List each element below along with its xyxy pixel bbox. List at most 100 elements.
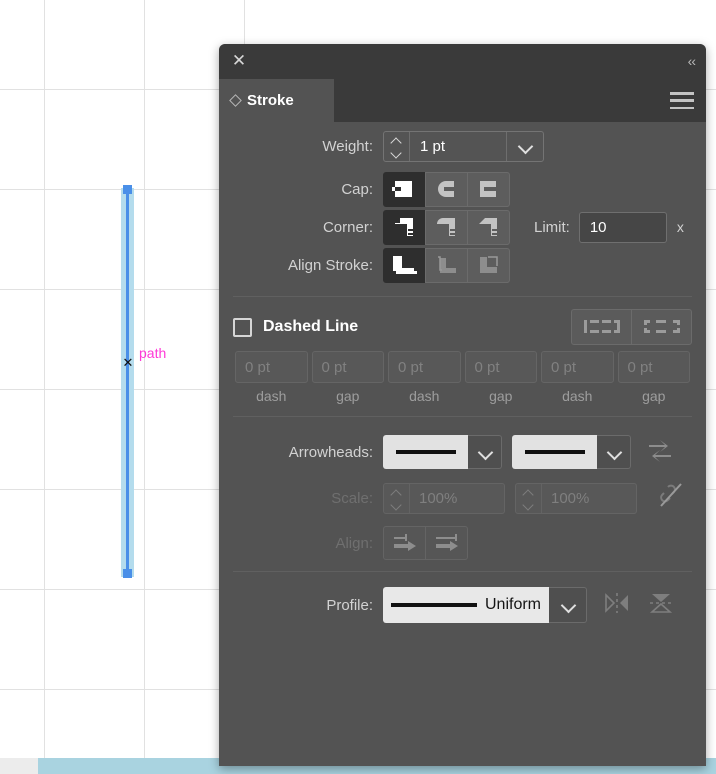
miter-join-icon bbox=[394, 218, 413, 236]
anchor-point-bottom[interactable] bbox=[123, 569, 132, 578]
chevron-down-icon bbox=[391, 500, 402, 506]
section-divider bbox=[233, 416, 692, 417]
arrowhead-start-dropdown[interactable] bbox=[468, 435, 502, 469]
limit-suffix: x bbox=[676, 219, 684, 235]
scale-start-stepper bbox=[384, 483, 410, 513]
weight-input[interactable]: 1 pt bbox=[410, 132, 506, 161]
profile-combo[interactable]: Uniform bbox=[383, 587, 587, 623]
arrowhead-end-combo[interactable] bbox=[512, 435, 631, 469]
weight-field[interactable]: 1 pt bbox=[383, 130, 544, 162]
cursor-crosshair-icon: ✕ bbox=[122, 355, 134, 370]
scale-end-value: 100% bbox=[551, 489, 590, 507]
dash-cell: 0 pt dash bbox=[386, 351, 463, 404]
flip-along-icon bbox=[649, 593, 673, 613]
dash-cell: 0 pt dash bbox=[539, 351, 616, 404]
place-arrow-at-end-button[interactable] bbox=[425, 526, 468, 560]
scale-end-field: 100% bbox=[515, 482, 637, 514]
panel-title-bar[interactable]: ✕ ‹‹ bbox=[219, 44, 706, 79]
close-icon[interactable]: ✕ bbox=[229, 51, 249, 71]
align-stroke-center-button[interactable] bbox=[383, 247, 426, 283]
arrowhead-align-button-group bbox=[383, 526, 468, 560]
panel-diamond-icon bbox=[229, 94, 242, 107]
corner-row: Corner: Limit: 10 x bbox=[233, 208, 692, 246]
dash-input-3[interactable]: 0 pt bbox=[541, 351, 614, 383]
limit-input[interactable]: 10 bbox=[578, 211, 667, 243]
limit-label: Limit: bbox=[534, 218, 570, 236]
gap-input-1[interactable]: 0 pt bbox=[311, 351, 384, 383]
arrowhead-end-dropdown[interactable] bbox=[597, 435, 631, 469]
arrowhead-none-icon bbox=[395, 450, 456, 454]
round-join-icon bbox=[436, 218, 455, 236]
chevron-up-icon bbox=[523, 491, 534, 497]
weight-dropdown-button[interactable] bbox=[506, 131, 543, 161]
swap-arrowheads-button[interactable] bbox=[647, 438, 673, 467]
arrowhead-start-preview[interactable] bbox=[383, 435, 468, 469]
panel-title: Stroke bbox=[247, 92, 294, 109]
profile-preview[interactable]: Uniform bbox=[383, 587, 549, 623]
gap-input-3[interactable]: 0 pt bbox=[617, 351, 690, 383]
arrowhead-none-icon bbox=[524, 450, 585, 454]
chevron-down-icon bbox=[608, 446, 620, 458]
chevron-up-icon bbox=[391, 491, 402, 497]
chevron-up-icon bbox=[391, 139, 402, 145]
flip-across-button[interactable] bbox=[603, 591, 631, 620]
dash-preserve-icon bbox=[583, 320, 620, 333]
align-stroke-outside-button[interactable] bbox=[467, 247, 510, 283]
dash-gap-fields: 0 pt dash 0 pt gap 0 pt dash 0 pt gap 0 … bbox=[233, 351, 692, 404]
dashes-preserve-exact-button[interactable] bbox=[571, 309, 632, 345]
scale-end-stepper bbox=[516, 483, 542, 513]
round-join-button[interactable] bbox=[425, 209, 468, 245]
dash-input-1[interactable]: 0 pt bbox=[235, 351, 308, 383]
arrowhead-align-label: Align: bbox=[335, 534, 373, 552]
bevel-join-icon bbox=[478, 218, 497, 236]
projecting-cap-button[interactable] bbox=[467, 171, 510, 207]
weight-row: Weight: 1 pt bbox=[233, 122, 692, 170]
chevron-down-icon bbox=[479, 446, 491, 458]
status-bar-strip bbox=[0, 758, 38, 774]
dash-caption-2: dash bbox=[409, 388, 440, 404]
profile-row: Profile: Uniform bbox=[233, 582, 692, 628]
gap-input-2[interactable]: 0 pt bbox=[464, 351, 537, 383]
miter-limit-group: Limit: 10 x bbox=[534, 211, 684, 243]
round-cap-button[interactable] bbox=[425, 171, 468, 207]
gap-caption-1: gap bbox=[336, 388, 360, 404]
dash-caption-3: dash bbox=[562, 388, 593, 404]
smart-guide-label: path bbox=[139, 345, 167, 361]
dash-input-2[interactable]: 0 pt bbox=[388, 351, 461, 383]
uniform-profile-icon bbox=[391, 603, 477, 607]
arrowhead-start-combo[interactable] bbox=[383, 435, 502, 469]
profile-value: Uniform bbox=[484, 596, 541, 613]
link-broken-icon bbox=[660, 482, 682, 507]
profile-label: Profile: bbox=[326, 596, 373, 614]
collapse-icon[interactable]: ‹‹ bbox=[688, 52, 696, 70]
align-stroke-row: Align Stroke: bbox=[233, 246, 692, 284]
align-stroke-button-group bbox=[383, 247, 510, 283]
tab-stroke[interactable]: Stroke bbox=[219, 79, 334, 122]
chevron-down-icon bbox=[391, 148, 402, 154]
bevel-join-button[interactable] bbox=[467, 209, 510, 245]
chevron-down-icon bbox=[523, 500, 534, 506]
butt-cap-button[interactable] bbox=[383, 171, 426, 207]
selected-path[interactable] bbox=[126, 188, 129, 577]
extend-arrow-beyond-end-button[interactable] bbox=[383, 526, 426, 560]
flip-along-button[interactable] bbox=[647, 591, 675, 620]
arrowhead-end-preview[interactable] bbox=[512, 435, 597, 469]
hamburger-menu-icon[interactable] bbox=[670, 92, 694, 109]
align-outside-icon bbox=[479, 256, 498, 273]
profile-dropdown-button[interactable] bbox=[549, 587, 587, 623]
place-arrow-icon bbox=[435, 534, 458, 551]
link-scales-button[interactable] bbox=[659, 482, 683, 515]
anchor-point-top[interactable] bbox=[123, 185, 132, 194]
dash-adjust-icon bbox=[643, 320, 680, 333]
dashes-adjust-to-corners-button[interactable] bbox=[631, 309, 692, 345]
weight-label: Weight: bbox=[322, 137, 373, 155]
align-stroke-inside-button[interactable] bbox=[425, 247, 468, 283]
stroke-panel: ✕ ‹‹ Stroke Weight: 1 pt Cap: Corner: Li… bbox=[219, 44, 706, 766]
dashed-line-label: Dashed Line bbox=[263, 318, 359, 335]
flip-across-icon bbox=[605, 592, 628, 613]
dashed-line-checkbox[interactable] bbox=[233, 317, 252, 337]
weight-stepper[interactable] bbox=[384, 131, 410, 161]
miter-join-button[interactable] bbox=[383, 209, 426, 245]
arrowheads-row: Arrowheads: bbox=[233, 429, 692, 475]
cap-row: Cap: bbox=[233, 170, 692, 208]
